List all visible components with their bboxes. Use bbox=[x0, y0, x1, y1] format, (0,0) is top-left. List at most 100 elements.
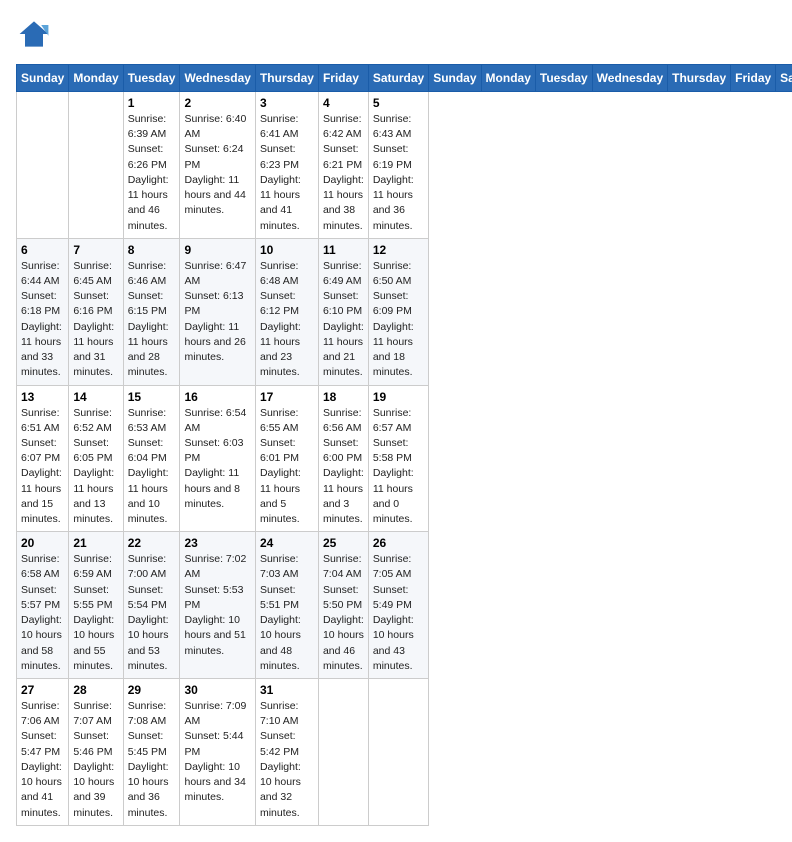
calendar-cell: 14 Sunrise: 6:52 AMSunset: 6:05 PMDayligh… bbox=[69, 385, 123, 532]
calendar-cell: 26 Sunrise: 7:05 AMSunset: 5:49 PMDayligh… bbox=[368, 532, 428, 679]
day-number: 24 bbox=[260, 536, 314, 550]
column-header-wednesday: Wednesday bbox=[180, 65, 255, 92]
calendar-cell: 1 Sunrise: 6:39 AMSunset: 6:26 PMDaylight… bbox=[123, 92, 180, 239]
day-info: Sunrise: 7:03 AMSunset: 5:51 PMDaylight:… bbox=[260, 552, 314, 674]
day-info: Sunrise: 6:44 AMSunset: 6:18 PMDaylight:… bbox=[21, 259, 64, 381]
day-number: 17 bbox=[260, 390, 314, 404]
column-header-friday: Friday bbox=[318, 65, 368, 92]
day-number: 19 bbox=[373, 390, 424, 404]
day-number: 29 bbox=[128, 683, 176, 697]
day-number: 10 bbox=[260, 243, 314, 257]
day-info: Sunrise: 6:59 AMSunset: 5:55 PMDaylight:… bbox=[73, 552, 118, 674]
day-info: Sunrise: 7:07 AMSunset: 5:46 PMDaylight:… bbox=[73, 699, 118, 821]
day-number: 30 bbox=[184, 683, 250, 697]
day-number: 2 bbox=[184, 96, 250, 110]
day-number: 26 bbox=[373, 536, 424, 550]
calendar-cell: 25 Sunrise: 7:04 AMSunset: 5:50 PMDayligh… bbox=[318, 532, 368, 679]
calendar-cell: 10 Sunrise: 6:48 AMSunset: 6:12 PMDayligh… bbox=[255, 238, 318, 385]
column-header-saturday: Saturday bbox=[776, 65, 792, 92]
day-number: 8 bbox=[128, 243, 176, 257]
calendar-cell: 24 Sunrise: 7:03 AMSunset: 5:51 PMDayligh… bbox=[255, 532, 318, 679]
day-info: Sunrise: 7:10 AMSunset: 5:42 PMDaylight:… bbox=[260, 699, 314, 821]
day-info: Sunrise: 6:58 AMSunset: 5:57 PMDaylight:… bbox=[21, 552, 64, 674]
page-header bbox=[16, 16, 776, 52]
calendar-week-row: 27 Sunrise: 7:06 AMSunset: 5:47 PMDayligh… bbox=[17, 679, 792, 826]
day-number: 27 bbox=[21, 683, 64, 697]
column-header-saturday: Saturday bbox=[368, 65, 428, 92]
calendar-cell: 17 Sunrise: 6:55 AMSunset: 6:01 PMDayligh… bbox=[255, 385, 318, 532]
day-info: Sunrise: 6:57 AMSunset: 5:58 PMDaylight:… bbox=[373, 406, 424, 528]
day-number: 3 bbox=[260, 96, 314, 110]
day-number: 6 bbox=[21, 243, 64, 257]
day-number: 20 bbox=[21, 536, 64, 550]
day-number: 18 bbox=[323, 390, 364, 404]
day-info: Sunrise: 7:06 AMSunset: 5:47 PMDaylight:… bbox=[21, 699, 64, 821]
day-info: Sunrise: 6:48 AMSunset: 6:12 PMDaylight:… bbox=[260, 259, 314, 381]
column-header-tuesday: Tuesday bbox=[535, 65, 592, 92]
day-number: 15 bbox=[128, 390, 176, 404]
day-info: Sunrise: 6:46 AMSunset: 6:15 PMDaylight:… bbox=[128, 259, 176, 381]
column-header-thursday: Thursday bbox=[255, 65, 318, 92]
calendar-week-row: 6 Sunrise: 6:44 AMSunset: 6:18 PMDaylight… bbox=[17, 238, 792, 385]
calendar-cell: 11 Sunrise: 6:49 AMSunset: 6:10 PMDayligh… bbox=[318, 238, 368, 385]
day-number: 1 bbox=[128, 96, 176, 110]
day-info: Sunrise: 7:02 AMSunset: 5:53 PMDaylight:… bbox=[184, 552, 250, 659]
calendar-cell: 30 Sunrise: 7:09 AMSunset: 5:44 PMDayligh… bbox=[180, 679, 255, 826]
column-header-monday: Monday bbox=[69, 65, 123, 92]
day-info: Sunrise: 6:55 AMSunset: 6:01 PMDaylight:… bbox=[260, 406, 314, 528]
day-info: Sunrise: 6:41 AMSunset: 6:23 PMDaylight:… bbox=[260, 112, 314, 234]
column-header-friday: Friday bbox=[731, 65, 776, 92]
calendar-cell bbox=[17, 92, 69, 239]
day-info: Sunrise: 6:54 AMSunset: 6:03 PMDaylight:… bbox=[184, 406, 250, 513]
column-header-sunday: Sunday bbox=[429, 65, 481, 92]
column-header-tuesday: Tuesday bbox=[123, 65, 180, 92]
day-number: 4 bbox=[323, 96, 364, 110]
column-header-sunday: Sunday bbox=[17, 65, 69, 92]
day-info: Sunrise: 6:40 AMSunset: 6:24 PMDaylight:… bbox=[184, 112, 250, 219]
day-info: Sunrise: 7:09 AMSunset: 5:44 PMDaylight:… bbox=[184, 699, 250, 806]
day-info: Sunrise: 7:00 AMSunset: 5:54 PMDaylight:… bbox=[128, 552, 176, 674]
day-info: Sunrise: 6:45 AMSunset: 6:16 PMDaylight:… bbox=[73, 259, 118, 381]
calendar-week-row: 13Sunrise: 6:51 AMSunset: 6:07 PMDayligh… bbox=[17, 385, 792, 532]
column-header-monday: Monday bbox=[481, 65, 535, 92]
day-number: 12 bbox=[373, 243, 424, 257]
calendar-cell: 3 Sunrise: 6:41 AMSunset: 6:23 PMDaylight… bbox=[255, 92, 318, 239]
calendar-cell: 5 Sunrise: 6:43 AMSunset: 6:19 PMDaylight… bbox=[368, 92, 428, 239]
day-number: 23 bbox=[184, 536, 250, 550]
day-number: 5 bbox=[373, 96, 424, 110]
calendar-cell: 16 Sunrise: 6:54 AMSunset: 6:03 PMDayligh… bbox=[180, 385, 255, 532]
day-info: Sunrise: 6:53 AMSunset: 6:04 PMDaylight:… bbox=[128, 406, 176, 528]
calendar-cell: 18 Sunrise: 6:56 AMSunset: 6:00 PMDayligh… bbox=[318, 385, 368, 532]
day-info: Sunrise: 6:56 AMSunset: 6:00 PMDaylight:… bbox=[323, 406, 364, 528]
calendar-cell: 13Sunrise: 6:51 AMSunset: 6:07 PMDayligh… bbox=[17, 385, 69, 532]
column-header-wednesday: Wednesday bbox=[592, 65, 667, 92]
day-info: Sunrise: 6:39 AMSunset: 6:26 PMDaylight:… bbox=[128, 112, 176, 234]
calendar-cell: 31 Sunrise: 7:10 AMSunset: 5:42 PMDayligh… bbox=[255, 679, 318, 826]
calendar-cell: 6 Sunrise: 6:44 AMSunset: 6:18 PMDaylight… bbox=[17, 238, 69, 385]
day-number: 13 bbox=[21, 390, 64, 404]
calendar-cell: 27 Sunrise: 7:06 AMSunset: 5:47 PMDayligh… bbox=[17, 679, 69, 826]
calendar-cell bbox=[69, 92, 123, 239]
calendar-table: SundayMondayTuesdayWednesdayThursdayFrid… bbox=[16, 64, 792, 826]
day-info: Sunrise: 7:04 AMSunset: 5:50 PMDaylight:… bbox=[323, 552, 364, 674]
calendar-cell: 22 Sunrise: 7:00 AMSunset: 5:54 PMDayligh… bbox=[123, 532, 180, 679]
day-info: Sunrise: 6:49 AMSunset: 6:10 PMDaylight:… bbox=[323, 259, 364, 381]
calendar-cell: 4Sunrise: 6:42 AMSunset: 6:21 PMDaylight… bbox=[318, 92, 368, 239]
calendar-cell: 29Sunrise: 7:08 AMSunset: 5:45 PMDayligh… bbox=[123, 679, 180, 826]
column-header-thursday: Thursday bbox=[668, 65, 731, 92]
day-info: Sunrise: 6:52 AMSunset: 6:05 PMDaylight:… bbox=[73, 406, 118, 528]
day-number: 22 bbox=[128, 536, 176, 550]
calendar-cell bbox=[318, 679, 368, 826]
calendar-cell: 2 Sunrise: 6:40 AMSunset: 6:24 PMDaylight… bbox=[180, 92, 255, 239]
day-number: 11 bbox=[323, 243, 364, 257]
day-number: 16 bbox=[184, 390, 250, 404]
day-number: 9 bbox=[184, 243, 250, 257]
day-number: 31 bbox=[260, 683, 314, 697]
calendar-week-row: 20 Sunrise: 6:58 AMSunset: 5:57 PMDayligh… bbox=[17, 532, 792, 679]
day-number: 21 bbox=[73, 536, 118, 550]
calendar-cell: 19 Sunrise: 6:57 AMSunset: 5:58 PMDayligh… bbox=[368, 385, 428, 532]
day-info: Sunrise: 6:43 AMSunset: 6:19 PMDaylight:… bbox=[373, 112, 424, 234]
day-number: 25 bbox=[323, 536, 364, 550]
day-number: 14 bbox=[73, 390, 118, 404]
day-info: Sunrise: 7:05 AMSunset: 5:49 PMDaylight:… bbox=[373, 552, 424, 674]
